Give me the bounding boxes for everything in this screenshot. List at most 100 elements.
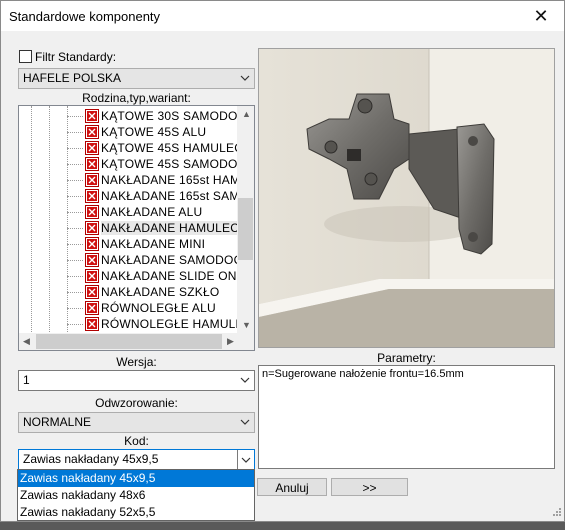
hinge-item-icon	[85, 157, 99, 171]
horizontal-scroll-thumb[interactable]	[36, 334, 222, 349]
tree-item-label: NAKŁADANE ALU	[101, 205, 203, 219]
tree-item-label: NAKŁADANE 165st SAMOD	[101, 189, 255, 203]
tree-item-label: KĄTOWE 45S ALU	[101, 125, 207, 139]
horizontal-scrollbar[interactable]: ◀ ▶	[19, 333, 254, 350]
tree-item-label: NAKŁADANE MINI	[101, 237, 206, 251]
parameters-label: Parametry:	[377, 351, 436, 365]
tree-item-label: KĄTOWE 30S SAMODOCIĄ	[101, 109, 255, 123]
chevron-down-icon	[240, 377, 250, 383]
hinge-item-icon	[85, 141, 99, 155]
standards-label: Standardy:	[58, 50, 117, 64]
tree-item[interactable]: KĄTOWE 30S SAMODOCIĄ	[19, 108, 254, 124]
standards-select[interactable]: HAFELE POLSKA	[18, 68, 255, 89]
cancel-button[interactable]: Anuluj	[257, 478, 327, 496]
tree-item[interactable]: NAKŁADANE SLIDE ON	[19, 268, 239, 284]
vertical-scroll-thumb[interactable]	[238, 198, 253, 260]
hinge-item-icon	[85, 189, 99, 203]
hinge-image	[259, 49, 554, 347]
chevron-down-icon	[240, 75, 250, 81]
vertical-scrollbar[interactable]: ▲ ▼	[237, 106, 254, 334]
hinge-item-icon	[85, 237, 99, 251]
code-option-2[interactable]: Zawias nakładany 48x6	[18, 487, 254, 504]
scroll-left-icon[interactable]: ◀	[23, 336, 30, 347]
tree-item[interactable]: NAKŁADANE 165st HAMUL	[19, 172, 254, 188]
code-dropdown-list: Zawias nakładany 45x9,5 Zawias nakładany…	[17, 469, 255, 521]
tree-item-label: NAKŁADANE SLIDE ON	[101, 269, 237, 283]
close-icon[interactable]: ✕	[518, 1, 564, 31]
tree-item[interactable]: NAKŁADANE HAMULEC	[19, 220, 240, 236]
code-select-button[interactable]	[237, 450, 254, 470]
hinge-item-icon	[85, 173, 99, 187]
tree-connector	[67, 260, 83, 261]
tree-item-label: RÓWNOLEGŁE ALU	[101, 301, 216, 315]
hinge-item-icon	[85, 269, 99, 283]
version-select[interactable]: 1	[18, 370, 255, 391]
hinge-item-icon	[85, 221, 99, 235]
hinge-item-icon	[85, 285, 99, 299]
tree-item[interactable]: NAKŁADANE SAMODOCIĄ(	[19, 252, 254, 268]
tree-item[interactable]: NAKŁADANE ALU	[19, 204, 239, 220]
hinge-item-icon	[85, 253, 99, 267]
mapping-select[interactable]: NORMALNE	[18, 412, 255, 433]
filter-checkbox[interactable]	[19, 50, 32, 63]
title-bar: Standardowe komponenty ✕	[1, 1, 564, 31]
tree-item-label: NAKŁADANE 165st HAMUL	[101, 173, 255, 187]
hinge-item-icon	[85, 205, 99, 219]
scroll-down-icon[interactable]: ▼	[242, 320, 251, 330]
code-select[interactable]: Zawias nakładany 45x9,5	[18, 449, 255, 471]
family-label: Rodzina,typ,wariant:	[82, 91, 191, 105]
tree-item-label: NAKŁADANE SAMODOCIĄ(	[101, 253, 255, 267]
tree-item[interactable]: KĄTOWE 45S ALU	[19, 124, 239, 140]
tree-connector	[67, 196, 83, 197]
version-label: Wersja:	[116, 355, 157, 369]
parameters-textarea[interactable]: n=Sugerowane nałożenie frontu=16.5mm	[258, 365, 555, 469]
tree-item-label: KĄTOWE 45S HAMULEC	[101, 141, 244, 155]
tree-item-label: NAKŁADANE SZKŁO	[101, 285, 220, 299]
next-button[interactable]: >>	[331, 478, 408, 496]
tree-connector	[67, 276, 83, 277]
hinge-item-icon	[85, 125, 99, 139]
parameters-text: n=Sugerowane nałożenie frontu=16.5mm	[262, 368, 464, 380]
scroll-right-icon[interactable]: ▶	[227, 336, 234, 347]
standards-select-value: HAFELE POLSKA	[23, 71, 122, 85]
tree-item-label: NAKŁADANE HAMULEC	[101, 221, 240, 235]
hinge-item-icon	[85, 109, 99, 123]
tree-item[interactable]: NAKŁADANE MINI	[19, 236, 239, 252]
tree-connector	[67, 116, 83, 117]
chevron-down-icon	[240, 419, 250, 425]
tree-connector	[67, 164, 83, 165]
hinge-item-icon	[85, 317, 99, 331]
code-label: Kod:	[124, 434, 149, 448]
filter-label: Filtr	[35, 50, 55, 64]
code-option-3[interactable]: Zawias nakładany 52x5,5	[18, 504, 254, 521]
tree-connector	[67, 132, 83, 133]
chevron-down-icon	[241, 457, 251, 463]
tree-item[interactable]: NAKŁADANE SZKŁO	[19, 284, 239, 300]
tree-connector	[67, 292, 83, 293]
version-select-value: 1	[23, 373, 30, 387]
tree-connector	[67, 244, 83, 245]
tree-connector	[67, 212, 83, 213]
tree-connector	[67, 308, 83, 309]
tree-item[interactable]: RÓWNOLEGŁE ALU	[19, 300, 239, 316]
tree-item[interactable]: KĄTOWE 45S SAMODOCIĄ	[19, 156, 254, 172]
tree-connector	[67, 148, 83, 149]
tree-item[interactable]: KĄTOWE 45S HAMULEC	[19, 140, 243, 156]
resize-grip-icon[interactable]	[550, 507, 562, 519]
code-option-1[interactable]: Zawias nakładany 45x9,5	[18, 470, 254, 487]
tree-item[interactable]: RÓWNOLEGŁE HAMULEC	[19, 316, 252, 332]
tree-connector	[67, 180, 83, 181]
hinge-item-icon	[85, 301, 99, 315]
dialog-window: Standardowe komponenty ✕ Filtr Standardy…	[0, 0, 565, 522]
mapping-select-value: NORMALNE	[23, 415, 92, 429]
mapping-label: Odwzorowanie:	[95, 396, 178, 410]
tree-item-label: RÓWNOLEGŁE HAMULEC	[101, 317, 253, 331]
scroll-up-icon[interactable]: ▲	[242, 109, 251, 119]
tree-connector	[67, 324, 83, 325]
window-title: Standardowe komponenty	[9, 9, 161, 24]
family-tree[interactable]: KĄTOWE 30S SAMODOCIĄ KĄTOWE 45S ALU KĄTOWE…	[18, 105, 255, 351]
code-select-value: Zawias nakładany 45x9,5	[23, 452, 159, 466]
tree-item-label: KĄTOWE 45S SAMODOCIĄ	[101, 157, 255, 171]
tree-item[interactable]: NAKŁADANE 165st SAMOD	[19, 188, 254, 204]
component-preview	[258, 48, 555, 348]
